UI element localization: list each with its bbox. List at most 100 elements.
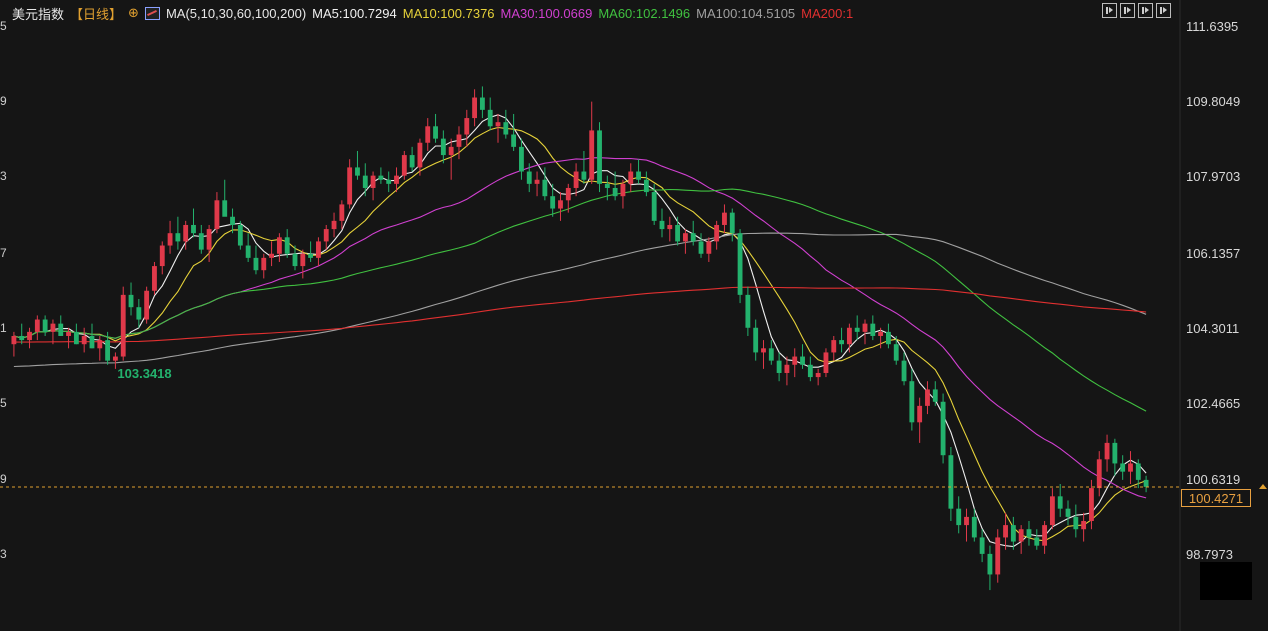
candle-body <box>893 344 899 361</box>
candle-body <box>1128 463 1133 472</box>
candle-body <box>308 253 314 258</box>
candle-body <box>386 179 392 184</box>
candle-body <box>690 233 696 242</box>
candle-body <box>456 134 462 147</box>
candle-body <box>987 553 993 575</box>
candle-body <box>440 138 446 156</box>
candle-body <box>1049 496 1055 526</box>
candle-body <box>886 331 891 345</box>
candle-body <box>925 389 930 406</box>
candle-body <box>753 327 759 353</box>
crosshair-icon[interactable]: ⊕ <box>128 5 139 21</box>
play-icon[interactable] <box>1138 3 1153 18</box>
candle-body <box>589 130 595 180</box>
candle-body <box>105 340 111 361</box>
step-forward-icon[interactable] <box>1156 3 1171 18</box>
candle-body <box>1026 529 1032 538</box>
candle-body <box>878 331 884 336</box>
ma5-value: MA5:100.7294 <box>312 5 397 21</box>
ma-line-ma100 <box>13 232 1147 368</box>
candle-body <box>792 356 798 365</box>
candle-body <box>1010 525 1016 542</box>
candle-body <box>745 294 751 328</box>
candle-body <box>120 294 126 357</box>
candle-body <box>1065 508 1071 517</box>
candle-body <box>370 175 376 188</box>
candle-body <box>167 233 173 246</box>
candle-body <box>526 171 532 184</box>
candle-body <box>667 224 673 230</box>
instrument-title: 美元指数 <box>12 6 65 22</box>
ma-indicator-icon[interactable] <box>144 6 160 20</box>
candle-body <box>706 241 712 254</box>
candle-body <box>378 175 384 180</box>
candle-body <box>292 253 298 267</box>
candle-body <box>581 171 587 180</box>
candle-body <box>253 257 259 271</box>
ma200-value: MA200:1 <box>801 5 854 21</box>
candle-body <box>323 229 329 242</box>
chart-legend: 美元指数 【日线】 ⊕ MA(5,10,30,60,100,200) MA5:1… <box>12 4 859 22</box>
candlestick-chart[interactable]: 103.3418 <box>0 0 1268 631</box>
candle-body <box>1057 496 1063 509</box>
candle-body <box>245 245 251 258</box>
candle-body <box>948 455 954 509</box>
candle-body <box>339 204 345 221</box>
left-tick-label: 3 <box>0 169 7 183</box>
candle-body <box>316 241 321 258</box>
chart-type-icon[interactable] <box>1120 3 1135 18</box>
candle-body <box>714 224 720 242</box>
candle-body <box>604 183 610 188</box>
candle-body <box>846 327 852 345</box>
candle-body <box>761 348 766 353</box>
candle-body <box>355 167 360 176</box>
ma-settings[interactable]: MA(5,10,30,60,100,200) <box>166 6 306 21</box>
candle-body <box>534 179 540 184</box>
candle-body <box>19 335 25 341</box>
candle-body <box>800 356 805 365</box>
candle-body <box>331 220 337 230</box>
candle-body <box>675 224 681 242</box>
candle-body <box>612 187 618 197</box>
candle-body <box>1089 488 1094 521</box>
candle-body <box>932 389 938 402</box>
candle-body <box>854 327 860 332</box>
candle-body <box>1018 529 1024 542</box>
candle-body <box>34 319 40 332</box>
redaction-box <box>1200 562 1252 600</box>
y-tick-label: 107.9703 <box>1186 169 1241 184</box>
candle-body <box>27 331 32 341</box>
candle-body <box>448 146 454 156</box>
candle-body <box>519 146 524 172</box>
period-label[interactable]: 【日线】 <box>70 4 122 23</box>
zoom-in-icon[interactable] <box>1102 3 1117 18</box>
candle-body <box>815 372 821 378</box>
candle-body <box>729 212 735 234</box>
candle-body <box>183 224 189 242</box>
ma-line-ma30 <box>13 157 1147 499</box>
left-tick-label: 9 <box>0 94 7 108</box>
candle-body <box>1135 463 1141 480</box>
candle-body <box>1120 463 1126 472</box>
candle-body <box>66 331 71 336</box>
candle-body <box>472 97 478 119</box>
candle-body <box>97 340 103 349</box>
candle-body <box>479 97 485 110</box>
candle-body <box>1003 525 1008 538</box>
ma10-value: MA10:100.7376 <box>402 5 495 21</box>
candle-body <box>971 516 977 538</box>
left-tick-label: 5 <box>0 396 7 410</box>
left-low-annotation: 103.3418 <box>117 366 171 381</box>
candle-body <box>776 360 782 373</box>
candle-body <box>191 224 196 234</box>
candle-body <box>839 340 844 345</box>
candle-body <box>940 401 946 456</box>
candle-body <box>620 183 626 197</box>
candle-body <box>550 196 556 209</box>
left-tick-label: 1 <box>0 321 7 335</box>
candle-body <box>50 323 56 332</box>
candle-body <box>495 122 501 127</box>
candle-body <box>1104 442 1110 460</box>
candle-body <box>11 335 17 345</box>
candle-body <box>1081 520 1087 530</box>
